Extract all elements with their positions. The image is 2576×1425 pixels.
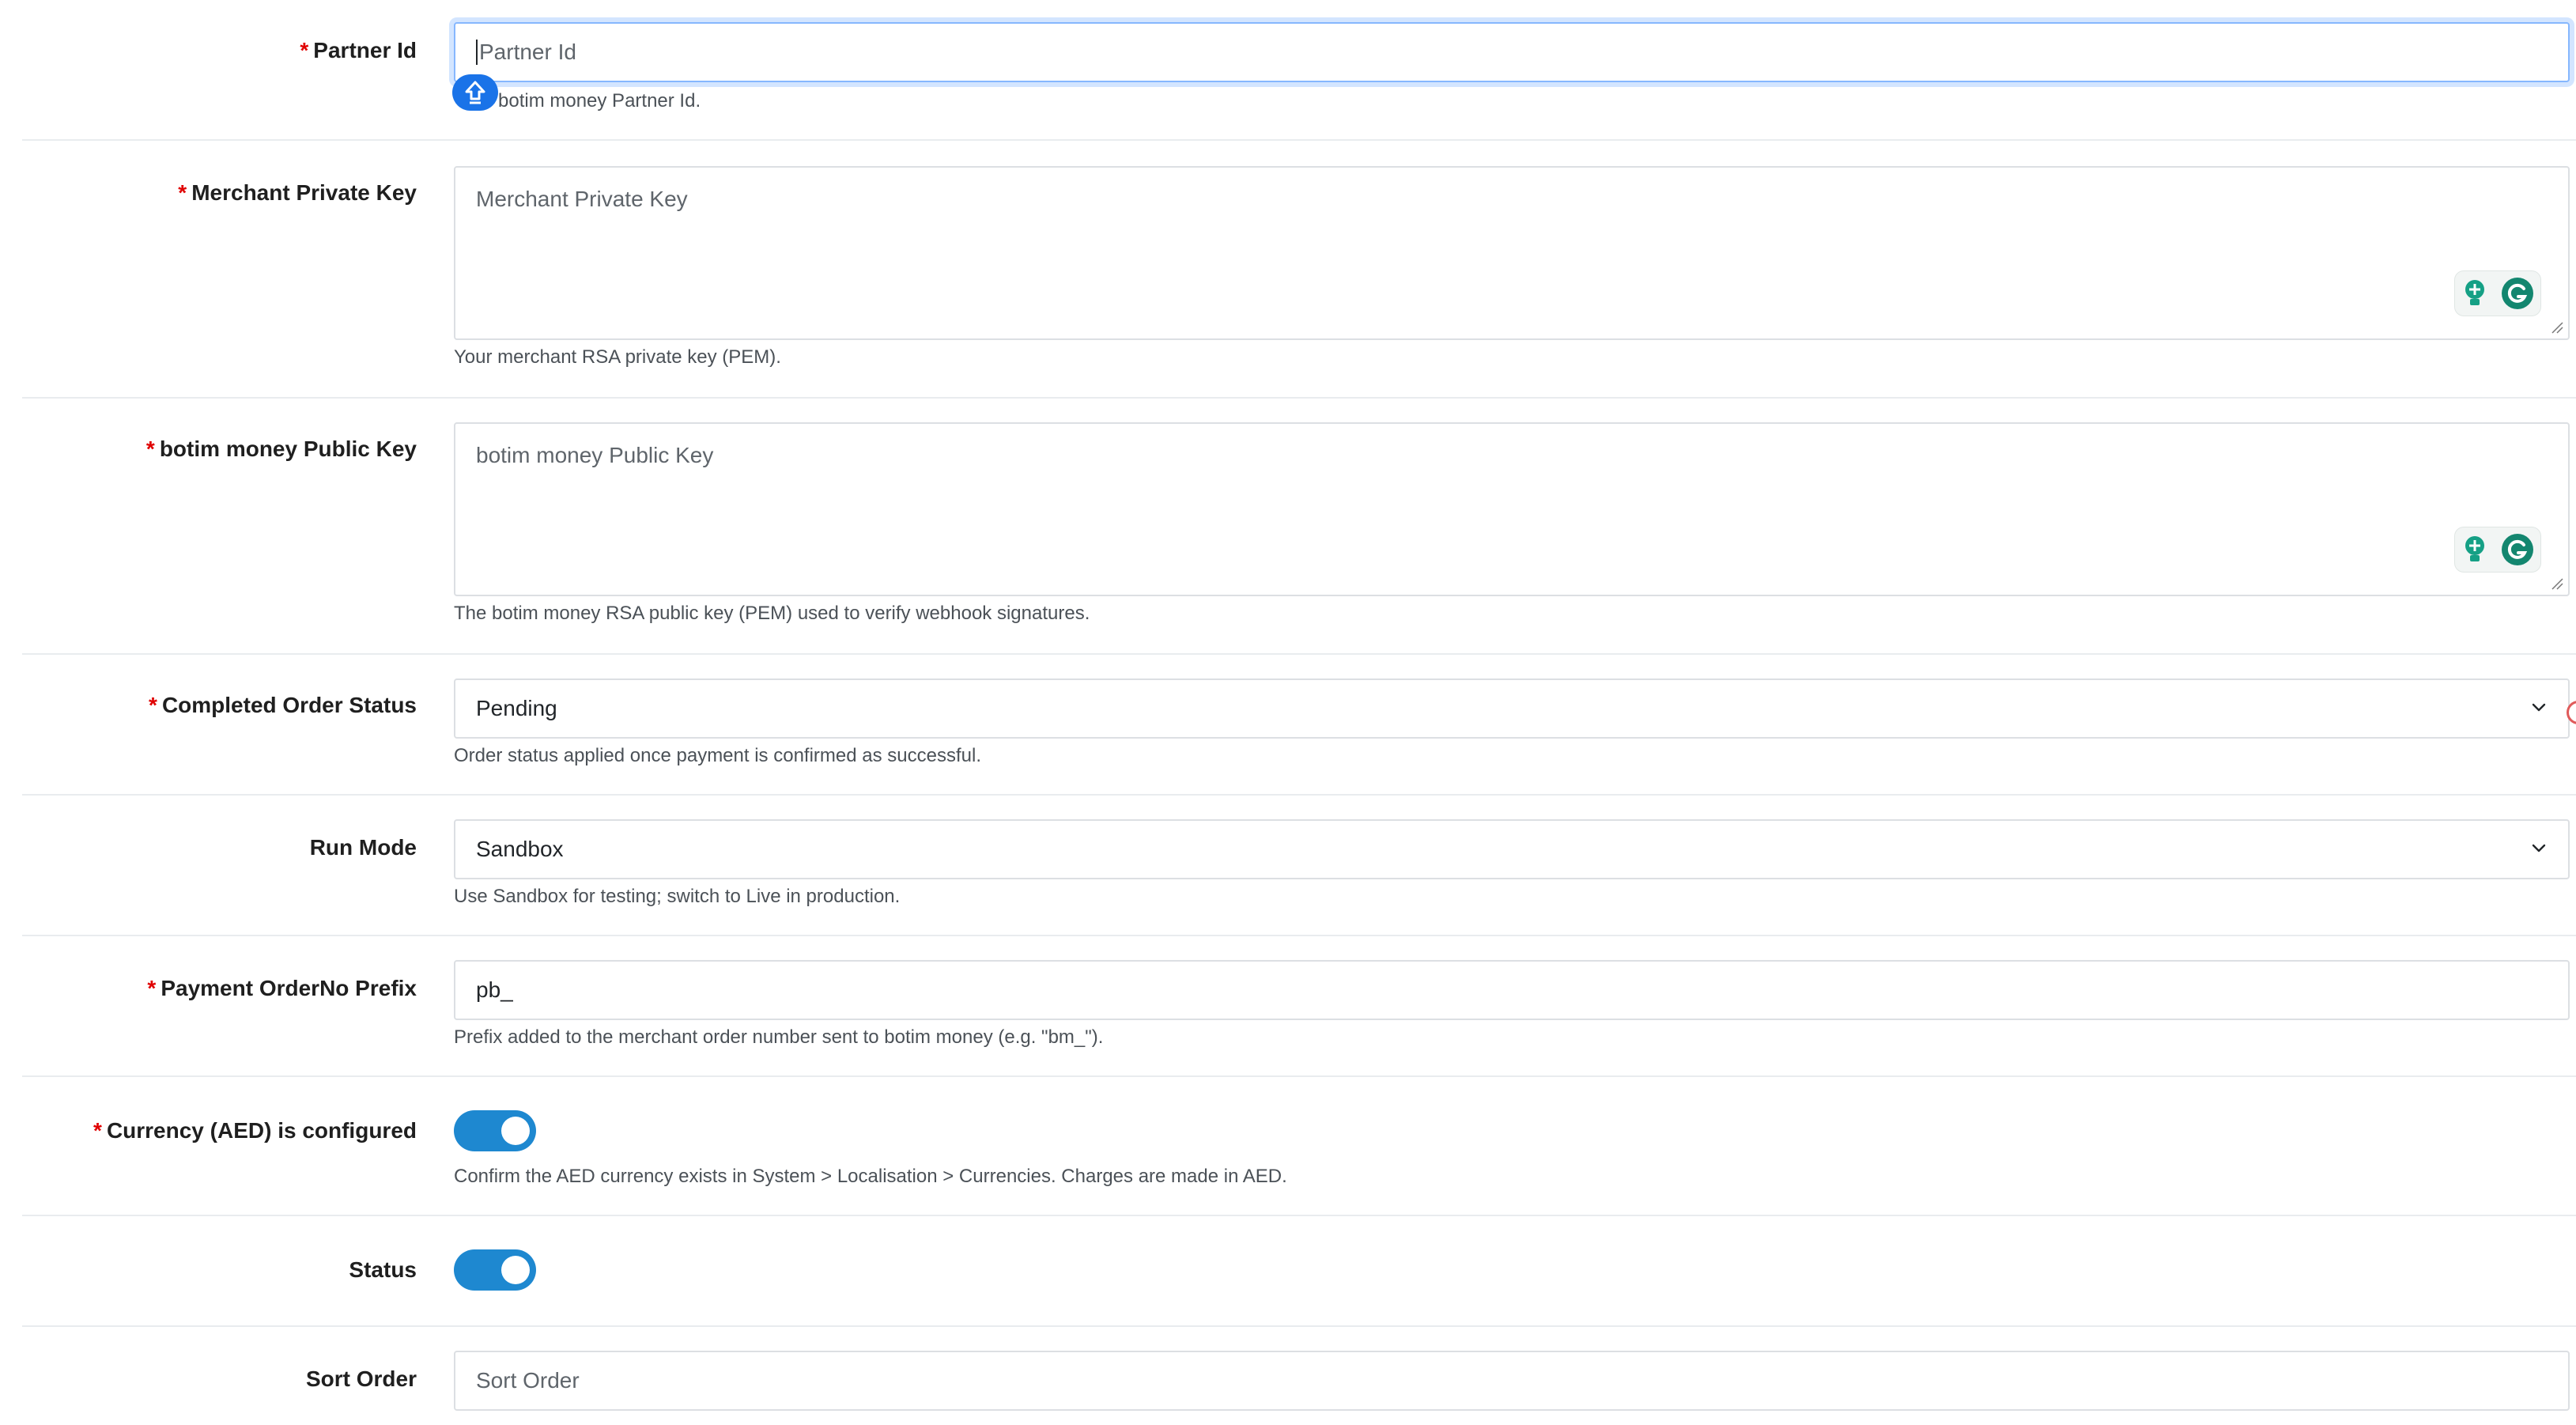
grammarly-icon[interactable] bbox=[2500, 276, 2535, 311]
payment-orderno-prefix-label: * Payment OrderNo Prefix bbox=[147, 976, 417, 1000]
run-mode-help: Use Sandbox for testing; switch to Live … bbox=[454, 886, 901, 907]
botim-public-key-help: The botim money RSA public key (PEM) use… bbox=[454, 603, 1090, 624]
currency-configured-label: * Currency (AED) is configured bbox=[93, 1118, 417, 1143]
status-toggle[interactable] bbox=[454, 1249, 536, 1291]
merchant-private-key-textarea[interactable]: Merchant Private Key bbox=[454, 166, 2570, 340]
grammarly-icon[interactable] bbox=[2500, 532, 2535, 567]
divider bbox=[22, 1075, 2576, 1077]
partner-id-help: botim money Partner Id. bbox=[498, 90, 701, 112]
divider bbox=[22, 1325, 2576, 1327]
botim-public-key-label: * botim money Public Key bbox=[145, 437, 417, 461]
merchant-private-key-label: * Merchant Private Key bbox=[178, 180, 417, 205]
required-mark: * bbox=[145, 437, 155, 461]
required-mark: * bbox=[300, 38, 309, 62]
currency-configured-toggle[interactable] bbox=[454, 1110, 536, 1151]
partner-id-label: * Partner Id bbox=[300, 38, 417, 62]
status-label: Status bbox=[349, 1257, 417, 1282]
payment-orderno-prefix-help: Prefix added to the merchant order numbe… bbox=[454, 1026, 1104, 1048]
required-mark: * bbox=[149, 693, 157, 717]
currency-configured-help: Confirm the AED currency exists in Syste… bbox=[454, 1166, 1287, 1187]
completed-order-status-select[interactable]: Pending bbox=[454, 678, 2570, 739]
payment-settings-form: * Partner Id Partner Id botim money Partn… bbox=[0, 0, 2576, 1425]
required-mark: * bbox=[147, 976, 157, 1000]
merchant-private-key-help: Your merchant RSA private key (PEM). bbox=[454, 346, 781, 368]
botim-public-key-textarea[interactable]: botim money Public Key bbox=[454, 422, 2570, 596]
chevron-down-icon bbox=[2532, 844, 2546, 852]
sort-order-label: Sort Order bbox=[305, 1366, 417, 1391]
lightbulb-icon[interactable] bbox=[2461, 534, 2489, 565]
divider bbox=[22, 1215, 2576, 1216]
completed-order-status-label: * Completed Order Status bbox=[149, 693, 417, 717]
run-mode-select[interactable]: Sandbox bbox=[454, 819, 2570, 879]
text-caret bbox=[476, 40, 478, 65]
divider bbox=[22, 397, 2576, 399]
sort-order-input[interactable]: Sort Order bbox=[454, 1351, 2570, 1411]
grammarly-widget[interactable] bbox=[2454, 527, 2541, 573]
divider bbox=[22, 935, 2576, 936]
resize-handle-icon[interactable] bbox=[2551, 577, 2563, 590]
keyboard-icon[interactable] bbox=[452, 74, 498, 111]
toggle-knob bbox=[501, 1117, 530, 1145]
divider bbox=[22, 653, 2576, 655]
run-mode-label: Run Mode bbox=[309, 835, 417, 860]
chevron-down-icon bbox=[2532, 703, 2546, 712]
divider bbox=[22, 139, 2576, 141]
completed-order-status-help: Order status applied once payment is con… bbox=[454, 745, 981, 766]
divider bbox=[22, 794, 2576, 796]
required-mark: * bbox=[178, 180, 187, 205]
lightbulb-icon[interactable] bbox=[2461, 278, 2489, 309]
payment-orderno-prefix-input[interactable]: pb_ bbox=[454, 960, 2570, 1020]
required-mark: * bbox=[93, 1118, 102, 1143]
grammarly-widget[interactable] bbox=[2454, 270, 2541, 316]
resize-handle-icon[interactable] bbox=[2551, 321, 2563, 334]
partner-id-input[interactable]: Partner Id bbox=[454, 22, 2570, 82]
toggle-knob bbox=[501, 1256, 530, 1284]
